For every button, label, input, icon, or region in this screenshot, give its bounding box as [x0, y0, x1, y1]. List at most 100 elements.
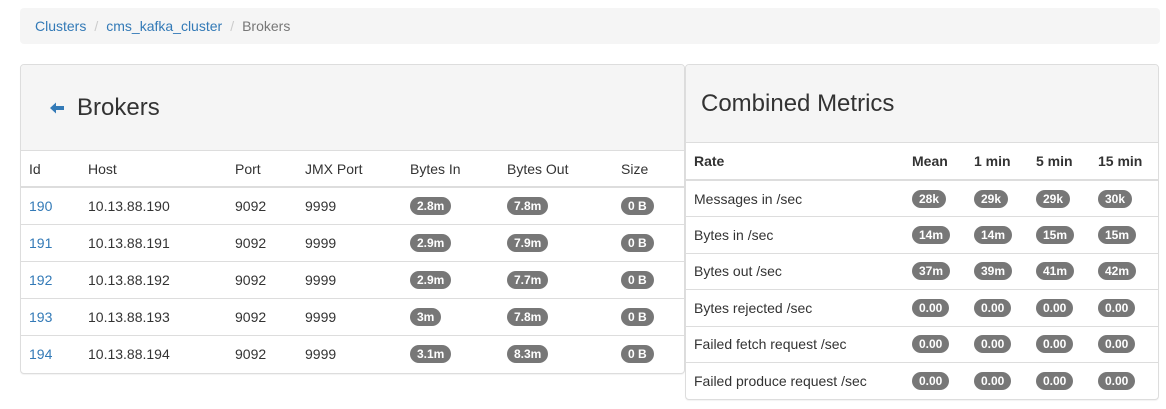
- column-header-host[interactable]: Host: [80, 151, 227, 188]
- size-badge: 0 B: [621, 196, 654, 215]
- column-header-15-min: 15 min: [1090, 143, 1158, 181]
- broker-host: 10.13.88.192: [80, 260, 227, 298]
- broker-host: 10.13.88.194: [80, 334, 227, 372]
- column-header-mean: Mean: [904, 143, 966, 181]
- metric-5-min-badge: 0.00: [1036, 372, 1074, 391]
- metric-rate-label: Bytes in /sec: [686, 216, 904, 253]
- table-row: Messages in /sec 28k 29k 29k 30k: [686, 180, 1158, 217]
- column-header-port[interactable]: Port: [227, 151, 297, 188]
- metric-15-min-badge: 30k: [1098, 189, 1133, 208]
- broker-host: 10.13.88.193: [80, 297, 227, 335]
- broker-id-link[interactable]: 194: [29, 346, 52, 362]
- size-badge: 0 B: [621, 307, 654, 326]
- size-badge: 0 B: [621, 270, 654, 289]
- breadcrumb-separator: /: [94, 18, 99, 34]
- column-header-1-min: 1 min: [966, 143, 1028, 181]
- table-row: 192 10.13.88.192 9092 9999 2.9m 7.7m 0 B: [21, 260, 684, 298]
- bytes-out-badge: 7.7m: [507, 270, 549, 289]
- metric-mean-badge: 0.00: [912, 372, 950, 391]
- metric-5-min-badge: 15m: [1036, 225, 1075, 244]
- metric-rate-label: Bytes rejected /sec: [686, 289, 904, 326]
- metrics-title: Combined Metrics: [701, 89, 895, 117]
- broker-id-link[interactable]: 190: [29, 198, 52, 214]
- arrow-left-icon[interactable]: [49, 100, 65, 116]
- breadcrumb-separator: /: [230, 18, 235, 34]
- broker-port: 9092: [227, 334, 297, 372]
- metric-15-min-badge: 0.00: [1098, 335, 1136, 354]
- bytes-in-badge: 3m: [410, 307, 442, 326]
- metric-1-min-badge: 0.00: [974, 298, 1012, 317]
- column-header-rate: Rate: [686, 143, 904, 181]
- size-badge: 0 B: [621, 344, 654, 363]
- broker-jmx-port: 9999: [297, 260, 402, 298]
- brokers-table: Id Host Port JMX Port Bytes In Bytes Out…: [21, 151, 684, 372]
- bytes-in-badge: 3.1m: [410, 344, 452, 363]
- broker-port: 9092: [235, 197, 267, 214]
- broker-port: 9092: [227, 297, 297, 335]
- broker-jmx-port: 9999: [297, 223, 402, 261]
- brokers-title: Brokers: [77, 93, 160, 121]
- metric-1-min-badge: 39m: [974, 262, 1013, 281]
- metrics-header-row: Rate Mean 1 min 5 min 15 min: [686, 143, 1158, 181]
- bytes-in-badge: 2.8m: [410, 196, 452, 215]
- bytes-in-badge: 2.9m: [410, 233, 452, 252]
- column-header-bytes-in[interactable]: Bytes In: [402, 151, 499, 188]
- column-header-id[interactable]: Id: [21, 151, 80, 188]
- metric-15-min-badge: 0.00: [1098, 298, 1136, 317]
- brokers-panel-heading: Brokers: [21, 65, 684, 151]
- breadcrumb-current: Brokers: [242, 18, 291, 34]
- table-row: Failed produce request /sec 0.00 0.00 0.…: [686, 362, 1158, 399]
- metric-rate-label: Messages in /sec: [694, 190, 803, 207]
- table-row: 191 10.13.88.191 9092 9999 2.9m 7.9m 0 B: [21, 223, 684, 261]
- broker-id-link[interactable]: 191: [29, 235, 52, 251]
- metric-5-min-badge: 29k: [1036, 189, 1071, 208]
- bytes-out-badge: 7.8m: [507, 196, 549, 215]
- broker-id-link[interactable]: 193: [29, 309, 52, 325]
- size-badge: 0 B: [621, 233, 654, 252]
- metric-5-min-badge: 41m: [1036, 262, 1075, 281]
- table-row: Failed fetch request /sec 0.00 0.00 0.00…: [686, 325, 1158, 363]
- column-header-5-min: 5 min: [1028, 143, 1090, 181]
- metric-1-min-badge: 29k: [974, 189, 1009, 208]
- broker-jmx-port: 9999: [297, 297, 402, 335]
- metric-mean-badge: 14m: [912, 225, 951, 244]
- metrics-panel-heading: Combined Metrics: [686, 65, 1158, 143]
- broker-host: 10.13.88.191: [80, 223, 227, 261]
- metric-mean-badge: 28k: [912, 189, 947, 208]
- broker-host: 10.13.88.190: [88, 197, 170, 214]
- broker-port: 9092: [227, 223, 297, 261]
- metric-rate-label: Failed fetch request /sec: [686, 325, 904, 363]
- table-row: Bytes rejected /sec 0.00 0.00 0.00 0.00: [686, 289, 1158, 326]
- table-row: Bytes out /sec 37m 39m 41m 42m: [686, 252, 1158, 290]
- breadcrumb-cluster-link[interactable]: cms_kafka_cluster: [106, 18, 222, 34]
- metric-rate-label: Bytes out /sec: [686, 252, 904, 290]
- bytes-in-badge: 2.9m: [410, 270, 452, 289]
- breadcrumb: Clusters / cms_kafka_cluster / Brokers: [20, 8, 1160, 44]
- column-header-bytes-out[interactable]: Bytes Out: [499, 151, 613, 188]
- metric-5-min-badge: 0.00: [1036, 335, 1074, 354]
- breadcrumb-clusters-link[interactable]: Clusters: [35, 18, 86, 34]
- column-header-jmx-port[interactable]: JMX Port: [297, 151, 402, 188]
- table-row: 190 10.13.88.190 9092 9999 2.8m 7.8m 0 B: [21, 187, 684, 224]
- broker-jmx-port: 9999: [297, 334, 402, 372]
- metric-15-min-badge: 42m: [1098, 262, 1137, 281]
- metric-1-min-badge: 14m: [974, 225, 1013, 244]
- brokers-header-row: Id Host Port JMX Port Bytes In Bytes Out…: [21, 151, 684, 188]
- table-row: 194 10.13.88.194 9092 9999 3.1m 8.3m 0 B: [21, 334, 684, 372]
- combined-metrics-panel: Combined Metrics Rate Mean 1 min 5 min 1…: [685, 64, 1159, 400]
- bytes-out-badge: 7.9m: [507, 233, 549, 252]
- broker-id-link[interactable]: 192: [29, 272, 52, 288]
- metric-1-min-badge: 0.00: [974, 335, 1012, 354]
- metric-mean-badge: 0.00: [912, 335, 950, 354]
- broker-jmx-port: 9999: [305, 197, 337, 214]
- metric-rate-label: Failed produce request /sec: [686, 362, 904, 399]
- bytes-out-badge: 7.8m: [507, 307, 549, 326]
- metric-mean-badge: 37m: [912, 262, 951, 281]
- column-header-size[interactable]: Size: [613, 151, 684, 188]
- broker-port: 9092: [227, 260, 297, 298]
- page: Clusters / cms_kafka_cluster / Brokers B…: [0, 0, 1166, 409]
- bytes-out-badge: 8.3m: [507, 344, 549, 363]
- metric-mean-badge: 0.00: [912, 298, 950, 317]
- metrics-table: Rate Mean 1 min 5 min 15 min Messages in…: [686, 143, 1158, 399]
- table-row: 193 10.13.88.193 9092 9999 3m 7.8m 0 B: [21, 297, 684, 335]
